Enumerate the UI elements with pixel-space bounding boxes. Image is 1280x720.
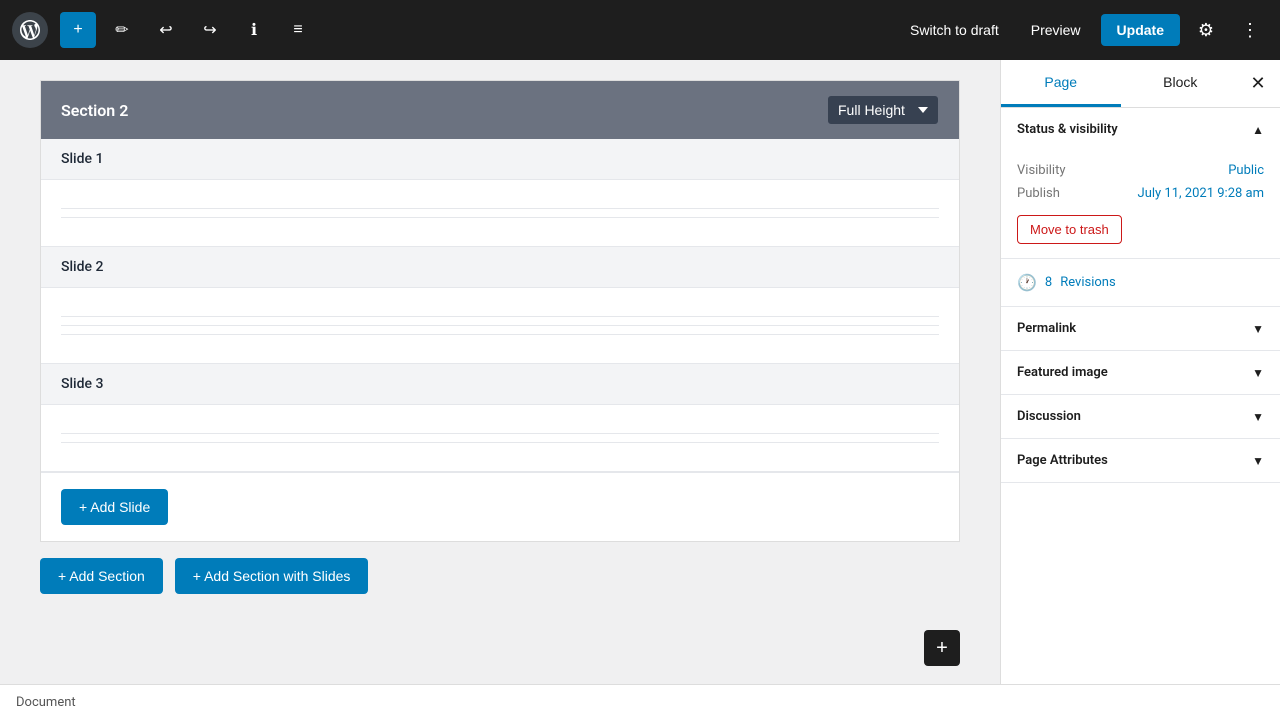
slide-1-header: Slide 1 (41, 139, 959, 180)
publish-value[interactable]: July 11, 2021 9:28 am (1138, 186, 1264, 201)
add-slide-button[interactable]: + Add Slide (61, 489, 168, 525)
settings-icon: ⚙ (1198, 20, 1214, 41)
wp-logo[interactable] (12, 12, 48, 48)
sidebar-close-button[interactable]: ✕ (1240, 66, 1276, 102)
undo-icon: ↩ (159, 20, 172, 40)
page-attributes-chevron-icon: ▼ (1252, 454, 1264, 468)
add-buttons-area: + Add Section + Add Section with Slides (40, 558, 960, 594)
toolbar-right: Switch to draft Preview Update ⚙ ⋮ (898, 12, 1268, 48)
status-visibility-header[interactable]: Status & visibility ▲ (1001, 108, 1280, 151)
add-block-bottom-button[interactable]: + (924, 630, 960, 666)
slide-block-3: Slide 3 (41, 364, 959, 472)
sidebar: Page Block ✕ Status & visibility ▲ Visib… (1000, 60, 1280, 684)
discussion-section: Discussion ▼ (1001, 395, 1280, 439)
slide-2-title: Slide 2 (61, 259, 103, 275)
permalink-header[interactable]: Permalink ▼ (1001, 307, 1280, 350)
slide-1-title: Slide 1 (61, 151, 103, 167)
page-attributes-title: Page Attributes (1017, 453, 1108, 468)
redo-button[interactable]: ↪ (192, 12, 228, 48)
permalink-title: Permalink (1017, 321, 1076, 336)
list-view-button[interactable]: ≡ (280, 12, 316, 48)
visibility-label: Visibility (1017, 163, 1066, 178)
section-header: Section 2 Full Height Half Height Fit Co… (41, 81, 959, 139)
list-icon: ≡ (293, 21, 302, 39)
page-attributes-section: Page Attributes ▼ (1001, 439, 1280, 483)
document-label: Document (16, 695, 76, 710)
revisions-icon: 🕐 (1017, 273, 1037, 292)
toolbar: + ✏ ↩ ↪ ℹ ≡ Switch to draft Preview Upda… (0, 0, 1280, 60)
switch-to-draft-button[interactable]: Switch to draft (898, 16, 1011, 44)
slide-3-divider-1 (61, 433, 939, 434)
plus-icon: + (73, 21, 82, 39)
height-select[interactable]: Full Height Half Height Fit Content (827, 95, 939, 125)
slide-2-content[interactable] (41, 288, 959, 363)
editor-area[interactable]: Section 2 Full Height Half Height Fit Co… (0, 60, 1000, 684)
slide-3-divider-2 (61, 442, 939, 443)
publish-label: Publish (1017, 186, 1060, 201)
main-layout: Section 2 Full Height Half Height Fit Co… (0, 60, 1280, 684)
plus-bottom-icon: + (936, 637, 948, 660)
block-tab[interactable]: Block (1121, 60, 1241, 107)
status-visibility-section: Status & visibility ▲ Visibility Public … (1001, 108, 1280, 259)
slide-2-header: Slide 2 (41, 247, 959, 288)
discussion-title: Discussion (1017, 409, 1081, 424)
details-button[interactable]: ℹ (236, 12, 272, 48)
slide-3-header: Slide 3 (41, 364, 959, 405)
visibility-row: Visibility Public (1017, 159, 1264, 182)
pencil-icon: ✏ (115, 20, 128, 40)
undo-button[interactable]: ↩ (148, 12, 184, 48)
add-block-toolbar-button[interactable]: + (60, 12, 96, 48)
slide-1-content[interactable] (41, 180, 959, 246)
publish-row: Publish July 11, 2021 9:28 am (1017, 182, 1264, 205)
add-section-slides-button[interactable]: + Add Section with Slides (175, 558, 369, 594)
slide-2-divider-3 (61, 334, 939, 335)
visibility-value[interactable]: Public (1228, 163, 1264, 178)
slide-1-divider-2 (61, 217, 939, 218)
move-to-trash-button[interactable]: Move to trash (1017, 215, 1122, 244)
info-icon: ℹ (251, 20, 257, 40)
sidebar-tabs: Page Block ✕ (1001, 60, 1280, 108)
page-tab[interactable]: Page (1001, 60, 1121, 107)
slide-3-title: Slide 3 (61, 376, 103, 392)
page-attributes-header[interactable]: Page Attributes ▼ (1001, 439, 1280, 482)
permalink-section: Permalink ▼ (1001, 307, 1280, 351)
status-visibility-title: Status & visibility (1017, 122, 1118, 137)
update-button[interactable]: Update (1101, 14, 1180, 46)
ellipsis-icon: ⋮ (1241, 20, 1259, 41)
featured-image-header[interactable]: Featured image ▼ (1001, 351, 1280, 394)
featured-image-title: Featured image (1017, 365, 1108, 380)
status-visibility-content: Visibility Public Publish July 11, 2021 … (1001, 151, 1280, 258)
preview-button[interactable]: Preview (1019, 16, 1093, 44)
discussion-header[interactable]: Discussion ▼ (1001, 395, 1280, 438)
slide-3-content[interactable] (41, 405, 959, 471)
chevron-up-icon: ▲ (1252, 123, 1264, 137)
redo-icon: ↪ (203, 20, 216, 40)
slide-block-1: Slide 1 (41, 139, 959, 247)
settings-button[interactable]: ⚙ (1188, 12, 1224, 48)
permalink-chevron-icon: ▼ (1252, 322, 1264, 336)
slide-block-2: Slide 2 (41, 247, 959, 364)
revisions-label: Revisions (1060, 275, 1115, 290)
bottom-bar: Document (0, 684, 1280, 720)
add-slide-section: + Add Slide (41, 472, 959, 541)
revisions-row[interactable]: 🕐 8 Revisions (1001, 259, 1280, 307)
section-block: Section 2 Full Height Half Height Fit Co… (40, 80, 960, 542)
edit-button[interactable]: ✏ (104, 12, 140, 48)
revisions-count: 8 (1045, 275, 1052, 290)
featured-image-section: Featured image ▼ (1001, 351, 1280, 395)
section-title: Section 2 (61, 101, 128, 120)
slide-2-divider-2 (61, 325, 939, 326)
close-icon: ✕ (1250, 73, 1265, 94)
slide-1-divider-1 (61, 208, 939, 209)
more-options-button[interactable]: ⋮ (1232, 12, 1268, 48)
slide-2-divider-1 (61, 316, 939, 317)
add-section-button[interactable]: + Add Section (40, 558, 163, 594)
discussion-chevron-icon: ▼ (1252, 410, 1264, 424)
featured-image-chevron-icon: ▼ (1252, 366, 1264, 380)
